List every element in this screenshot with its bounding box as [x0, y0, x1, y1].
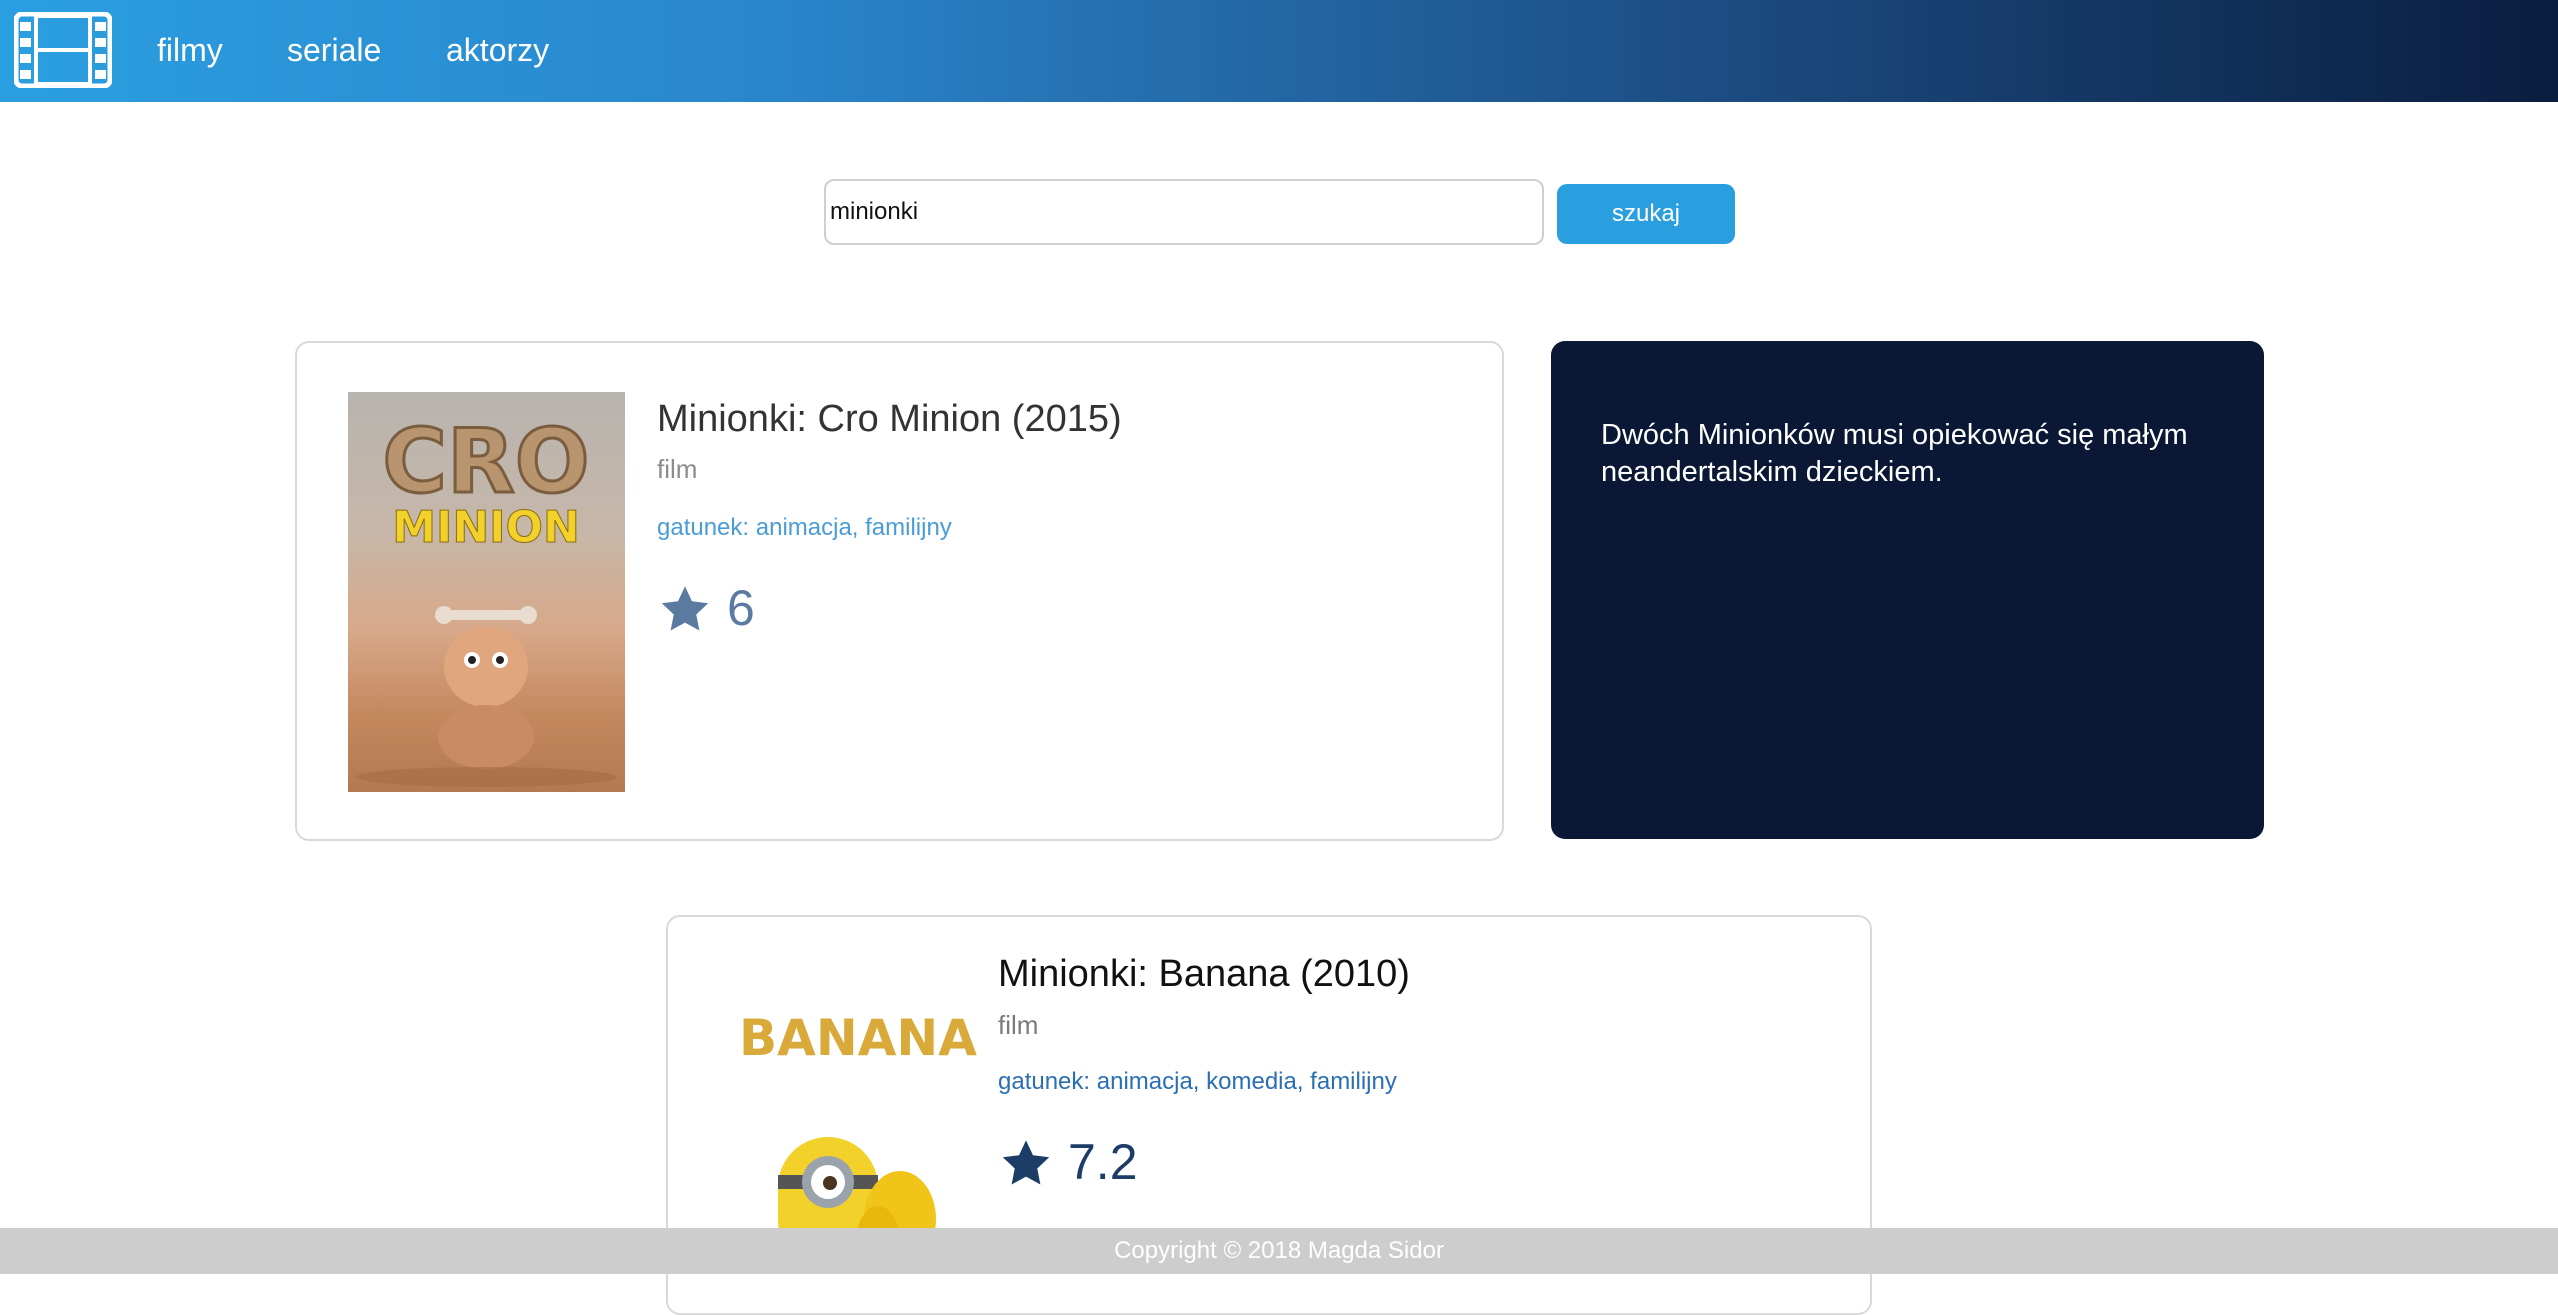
rating-value: 6: [727, 580, 755, 636]
film-strip-icon[interactable]: [14, 12, 112, 88]
poster-image: CRO MINION: [348, 392, 625, 792]
result-title[interactable]: Minionki: Banana (2010): [998, 951, 1410, 997]
poster-title-banana: BANANA: [739, 1009, 977, 1067]
star-icon: [661, 586, 709, 631]
top-navbar: filmy seriale aktorzy: [0, 0, 2558, 102]
result-type: film: [657, 454, 698, 484]
nav-link-seriale[interactable]: seriale: [287, 30, 381, 70]
result-card[interactable]: CRO MINION Minionki: Cro Minion (2015) f…: [295, 341, 1504, 841]
nav-link-aktorzy[interactable]: aktorzy: [446, 30, 549, 70]
result-title[interactable]: Minionki: Cro Minion (2015): [657, 396, 1122, 442]
poster-title-cro: CRO: [382, 410, 589, 513]
description-panel: Dwóch Minionków musi opiekować się małym…: [1551, 341, 2264, 839]
poster-illustration: BANANA: [739, 1009, 977, 1270]
star-icon: [1002, 1140, 1050, 1185]
search-input[interactable]: [824, 179, 1544, 245]
poster-image: BANANA: [718, 957, 998, 1270]
result-rating: 6: [657, 579, 777, 636]
rating-value: 7.2: [1068, 1134, 1138, 1190]
description-text: Dwóch Minionków musi opiekować się małym…: [1601, 419, 2188, 488]
poster-illustration: CRO MINION: [356, 409, 616, 787]
result-genre[interactable]: gatunek: animacja, komedia, familijny: [998, 1067, 1397, 1097]
poster-title-minion: MINION: [392, 502, 580, 553]
search-button[interactable]: szukaj: [1557, 184, 1735, 244]
result-genre[interactable]: gatunek: animacja, familijny: [657, 513, 952, 543]
nav-link-filmy[interactable]: filmy: [157, 30, 223, 70]
result-type: film: [998, 1010, 1039, 1040]
footer: Copyright © 2018 Magda Sidor: [0, 1228, 2558, 1274]
result-rating: 7.2: [998, 1133, 1158, 1190]
copyright-text: Copyright © 2018 Magda Sidor: [1114, 1237, 1444, 1264]
